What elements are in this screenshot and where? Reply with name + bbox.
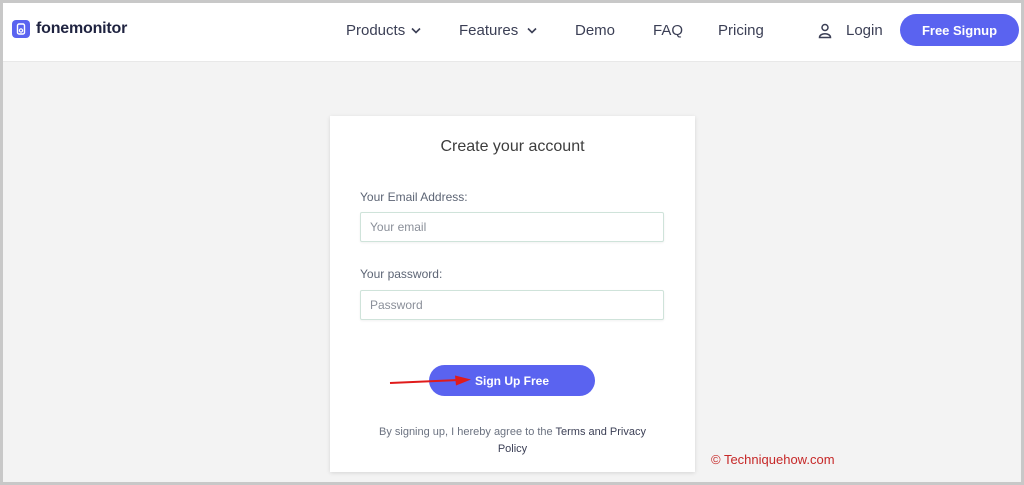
watermark: © Techniquehow.com (711, 452, 835, 467)
phone-logo-icon (12, 20, 30, 38)
nav-item-faq[interactable]: FAQ (653, 22, 683, 39)
terms-privacy-link[interactable]: Terms and Privacy (556, 426, 646, 438)
signup-card: Create your account Your Email Address: … (330, 116, 695, 472)
privacy-policy-link[interactable]: Policy (498, 443, 527, 455)
nav-label: Demo (575, 22, 616, 39)
nav-item-features[interactable]: Features (459, 22, 537, 39)
nav-label: Pricing (718, 22, 764, 39)
email-label: Your Email Address: (360, 190, 468, 204)
email-field[interactable] (360, 212, 664, 242)
chevron-down-icon (411, 27, 421, 34)
terms-prefix: By signing up, I hereby agree to the (378, 426, 556, 438)
password-label: Your password: (360, 267, 443, 281)
annotation-arrow-icon (389, 374, 473, 393)
password-field[interactable] (360, 290, 664, 320)
site-header: fonemonitor Products Features Demo FAQ P… (3, 3, 1021, 62)
nav-item-products[interactable]: Products (346, 22, 421, 39)
terms-text: By signing up, I hereby agree to the Ter… (360, 424, 665, 458)
form-title: Create your account (440, 138, 585, 155)
login-link[interactable]: Login (818, 22, 883, 39)
brand-name: fonemonitor (36, 20, 128, 37)
chevron-down-icon (527, 27, 537, 34)
nav-item-demo[interactable]: Demo (575, 22, 615, 39)
nav-label: Features (459, 22, 519, 39)
nav-item-pricing[interactable]: Pricing (718, 22, 764, 39)
nav-label: FAQ (653, 22, 684, 39)
nav-label: Products (346, 22, 406, 39)
brand-logo[interactable]: fonemonitor (12, 20, 127, 38)
user-icon (818, 23, 832, 39)
login-label: Login (846, 22, 883, 39)
free-signup-button[interactable]: Free Signup (900, 14, 1019, 46)
